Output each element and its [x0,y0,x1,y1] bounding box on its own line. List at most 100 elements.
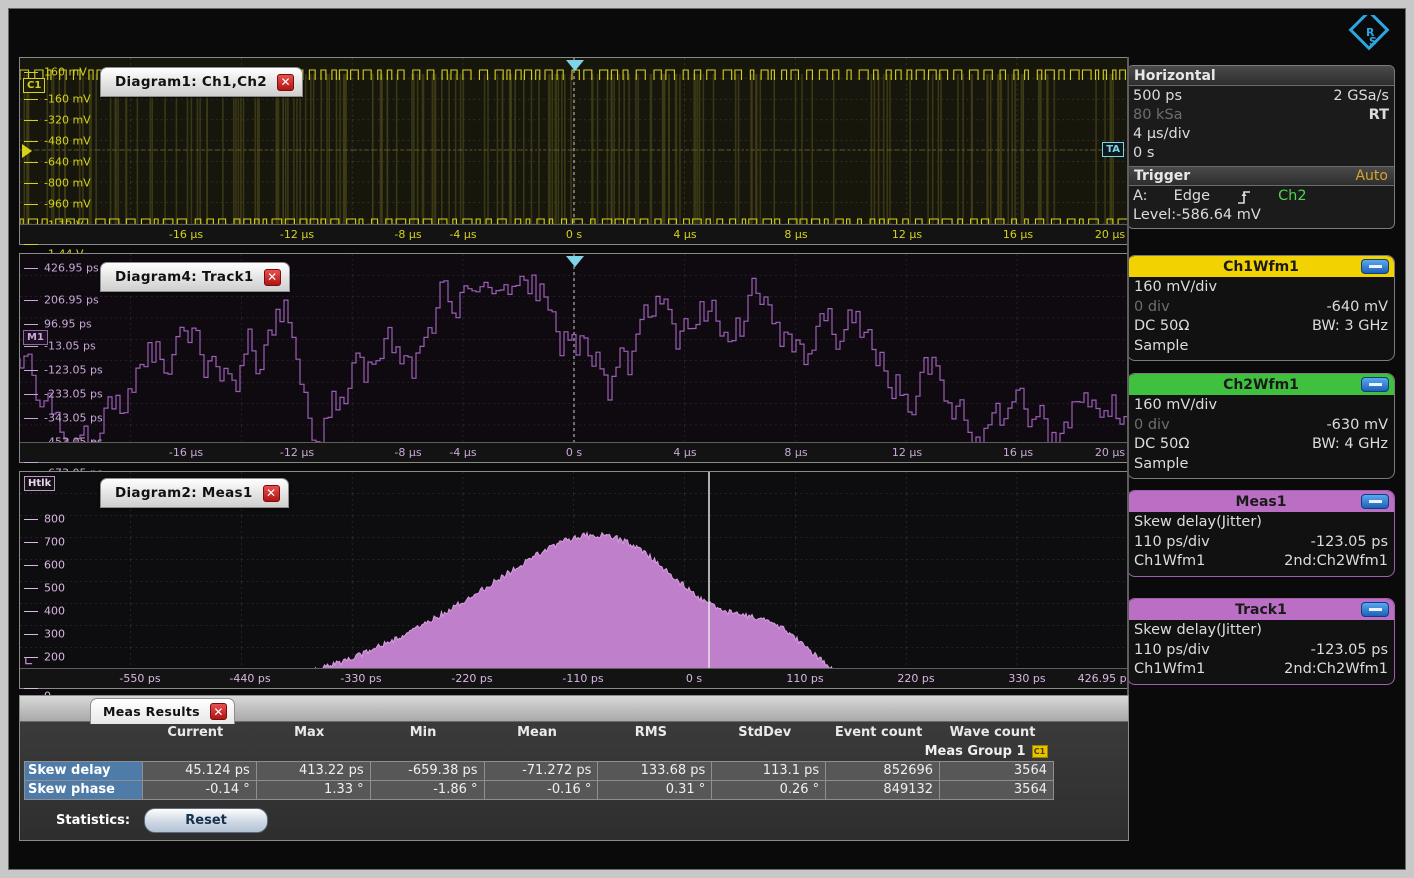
diagram2[interactable]: Htlk ∟ 8007006005004003002000 -550 ps-44… [19,471,1129,689]
x-tick-label: -550 ps [119,672,160,685]
trigger-type: Edge [1174,187,1211,206]
y-tick-mark [24,183,38,184]
x-tick-label: 110 ps [786,672,823,685]
meas1-panel[interactable]: Meas1 Skew delay(Jitter) 110 ps/div -123… [1127,490,1395,577]
diagram4-tab[interactable]: Diagram4: Track1 ✕ [100,262,290,292]
y-tick-label: 400 [44,605,65,618]
track1-minimize-button[interactable] [1361,602,1389,617]
x-tick-label: 16 µs [1003,446,1033,459]
meas1-header[interactable]: Meas1 [1128,491,1394,512]
ch2-minimize-button[interactable] [1361,377,1389,392]
diagram1-ch1-offset-pointer[interactable] [22,144,32,158]
meas1-source2: 2nd:Ch2Wfm1 [1284,552,1388,572]
ch1-decimation: Sample [1134,337,1188,357]
trigger-header[interactable]: Trigger Auto [1128,166,1394,186]
y-tick-label: 500 [44,582,65,595]
ch2-offset-div: 0 div [1134,416,1170,436]
meas-results-body: Meas Group 1 C1 Skew delay 45.124 ps 413.22 … [25,742,1054,799]
ch1-minimize-button[interactable] [1361,259,1389,274]
diagram4-tab-label: Diagram4: Track1 [115,269,254,285]
meas-column-header: Wave count [940,724,1054,742]
track1-header[interactable]: Track1 [1128,599,1394,620]
horizontal-title: Horizontal [1134,68,1216,84]
diagram4-close-icon[interactable]: ✕ [264,269,281,286]
diagram4[interactable]: M1 426.95 ps 206.95 ps 96.95 ps -13.05 ps -1… [19,253,1129,463]
track1-panel[interactable]: Track1 Skew delay(Jitter) 110 ps/div -12… [1127,598,1395,685]
meas-results-tab[interactable]: Meas Results ✕ [90,698,235,724]
meas-row-name[interactable]: Skew delay [25,761,143,780]
diagram2-tab-label: Diagram2: Meas1 [115,485,253,501]
ch2-body: 160 mV/div 0 div -630 mV DC 50Ω BW: 4 GH… [1128,395,1394,478]
diagram1-close-icon[interactable]: ✕ [277,74,294,91]
x-tick-label: 12 µs [892,446,922,459]
y-tick-mark [24,141,38,142]
diagram1[interactable]: C1 TA 160 mV -160 mV -320 mV -480 mV -640 mV… [19,57,1129,245]
trigger-body: A: Edge Ch2 Level: -586.64 mV [1128,186,1394,228]
ch1-signal-panel[interactable]: Ch1Wfm1 160 mV/div 0 div -640 mV DC 50Ω … [1127,255,1395,361]
statistics-label: Statistics: [56,813,130,828]
meas-cell: -0.14 ° [142,780,256,799]
ch1-title: Ch1Wfm1 [1223,259,1299,275]
meas-group-chip[interactable]: C1 [1032,745,1048,758]
meas-cell: 3564 [940,780,1054,799]
diagram1-right-marker[interactable]: TA [1102,142,1124,157]
meas-cell: 1.33 ° [256,780,370,799]
y-tick-mark [24,120,38,121]
ch2-signal-panel[interactable]: Ch2Wfm1 160 mV/div 0 div -630 mV DC 50Ω … [1127,373,1395,479]
ch2-header[interactable]: Ch2Wfm1 [1128,374,1394,395]
horizontal-record-length: 80 kSa [1133,106,1183,125]
x-tick-label: -4 µs [449,228,476,241]
x-tick-label: 0 s [566,446,582,459]
track1-title: Track1 [1235,602,1287,618]
y-tick-label: 206.95 ps [44,294,99,307]
meas-row-name[interactable]: Skew phase [25,780,143,799]
x-tick-label: 0 s [686,672,702,685]
meas1-minimize-button[interactable] [1361,494,1389,509]
y-tick-label: -480 mV [44,135,91,148]
x-tick-label: -330 ps [340,672,381,685]
ch1-body: 160 mV/div 0 div -640 mV DC 50Ω BW: 3 GH… [1128,277,1394,360]
meas-results-panel[interactable]: Meas Results ✕ Current Max Min Mean RMS StdDe… [19,695,1129,841]
diagram4-left-marker[interactable]: M1 [23,330,48,345]
meas-cell: 0.31 ° [598,780,712,799]
diagram2-tab[interactable]: Diagram2: Meas1 ✕ [100,478,289,508]
horizontal-position: 0 s [1133,144,1154,163]
oscilloscope-screen: R S C1 TA 160 mV -160 mV -320 mV -480 mV… [0,0,1414,878]
meas-results-tabbar: Meas Results ✕ [20,696,1128,722]
meas-group-row[interactable]: Meas Group 1 C1 [25,742,1054,761]
diagram2-close-icon[interactable]: ✕ [263,485,280,502]
diagram1-tab-label: Diagram1: Ch1,Ch2 [115,74,267,90]
diagram1-left-marker[interactable]: C1 [23,78,45,93]
table-row[interactable]: Skew delay 45.124 ps 413.22 ps -659.38 ps -7… [25,761,1054,780]
y-tick-label: -800 mV [44,177,91,190]
meas-group-label: Meas Group 1 C1 [25,742,1054,761]
ch1-bandwidth: BW: 3 GHz [1312,317,1388,337]
diagram2-origin-marker: ∟ [24,655,33,668]
diagram1-trigger-arrow[interactable] [566,60,584,71]
meas-column-header: RMS [598,724,712,742]
track1-scale: 110 ps/div [1134,641,1210,661]
diagram1-tab[interactable]: Diagram1: Ch1,Ch2 ✕ [100,67,303,97]
horizontal-header[interactable]: Horizontal [1128,66,1394,86]
trigger-channel: Ch2 [1278,187,1307,206]
meas-cell: -1.86 ° [370,780,484,799]
y-tick-mark [24,346,38,347]
horizontal-trigger-panel[interactable]: Horizontal 500 ps 2 GSa/s 80 kSa RT 4 µs… [1127,65,1395,229]
meas-results-close-icon[interactable]: ✕ [210,703,227,720]
diagram4-x-axis: -16 µs -12 µs -8 µs -4 µs 0 s 4 µs 8 µs 12 µs 16… [20,442,1128,462]
ch1-header[interactable]: Ch1Wfm1 [1128,256,1394,277]
reset-button[interactable]: Reset [144,808,268,833]
diagram2-corner-label[interactable]: Htlk [24,476,55,491]
trigger-source-prefix: A: [1133,187,1148,206]
table-row[interactable]: Skew phase -0.14 ° 1.33 ° -1.86 ° -0.16 ° 0.3… [25,780,1054,799]
y-tick-mark [24,324,38,325]
horizontal-resolution: 500 ps [1133,87,1182,106]
track1-source1: Ch1Wfm1 [1134,660,1205,680]
ch2-decimation: Sample [1134,455,1188,475]
diagram4-trigger-arrow[interactable] [566,256,584,267]
y-tick-mark [24,370,38,371]
x-tick-label: 426.95 ps [1078,672,1133,685]
horizontal-acq-mode: RT [1369,106,1389,125]
y-tick-mark [24,634,38,635]
meas1-offset: -123.05 ps [1311,533,1388,553]
